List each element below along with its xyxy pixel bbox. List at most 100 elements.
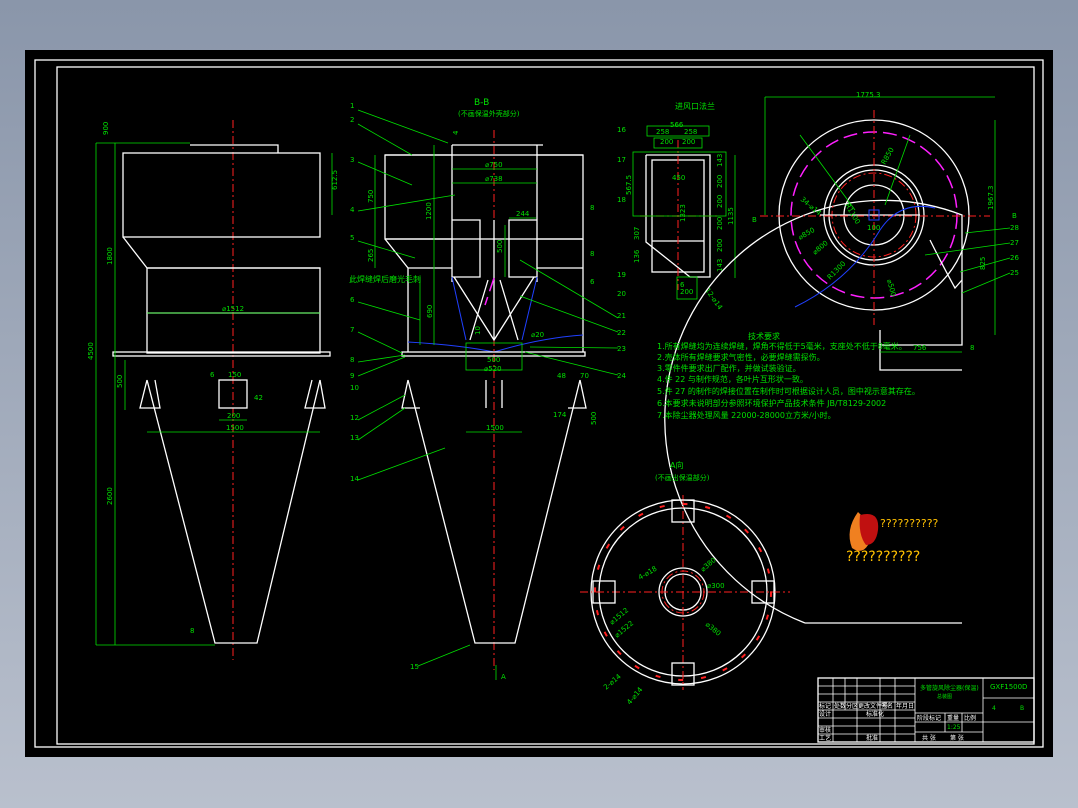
dim-dia-380-b: ⌀380 xyxy=(704,620,723,637)
tb-standard: 标准化 xyxy=(866,710,884,718)
cad-drawing: 900 1800 4500 2600 500 612.5 ⌀1512 150 2… xyxy=(34,59,1044,748)
dim-1967-3: 1967.3 xyxy=(987,186,995,211)
callout-22: 22 xyxy=(617,329,626,337)
tech-req-5: 5.件 27 的制作的焊接位置在制作时可根据设计人员，图中视示意其存在。 xyxy=(657,386,920,396)
tb-header-mark: 标记 xyxy=(819,702,831,710)
callout-5: 5 xyxy=(350,234,354,242)
dim-42: 42 xyxy=(254,394,263,402)
tb-drawing-name: 多管旋风除尘器(保温) xyxy=(920,684,979,692)
dim-500-inner: 500 xyxy=(496,240,504,253)
dim-500-leg: 500 xyxy=(590,412,598,425)
dim-70: 70 xyxy=(580,372,589,380)
dim-dia-750: ⌀750 xyxy=(485,161,503,169)
view-a-bottom: A向 (不画出保温部分) ⌀1512 ⌀1522 ⌀300 ⌀380 4-⌀18… xyxy=(580,460,790,706)
tb-drawing-number: GXF1500D xyxy=(990,683,1027,691)
dim-r1100: R1100 xyxy=(843,202,861,226)
dim-566: 566 xyxy=(670,121,684,129)
dim-307: 307 xyxy=(633,227,641,240)
section-subtitle: (不画保温外壳部分) xyxy=(458,109,520,118)
tb-drawing-subname: 总装图 xyxy=(937,693,952,700)
dim-1200: 1200 xyxy=(425,202,433,220)
dim-4500: 4500 xyxy=(87,342,95,360)
dim-200-a: 200 xyxy=(660,138,673,146)
callout-9: 9 xyxy=(350,372,354,380)
dim-100: 100 xyxy=(867,224,880,232)
tb-header-sign: 签名 xyxy=(881,702,893,710)
dim-1500: 1500 xyxy=(226,424,244,432)
tb-review: 审核 xyxy=(819,726,831,734)
dim-174: 174 xyxy=(553,411,567,419)
callout-16: 16 xyxy=(617,126,626,134)
dim-dia-520: ⌀520 xyxy=(484,365,502,373)
callout-10: 10 xyxy=(350,384,359,392)
dim-500-outlet: 500 xyxy=(487,356,500,364)
dim-567-5: 567.5 xyxy=(625,175,633,195)
callout-8: 8 xyxy=(350,356,354,364)
dim-756: 756 xyxy=(913,344,927,352)
dim-1775-3: 1775.3 xyxy=(856,91,881,99)
tb-weight: 重量 xyxy=(947,714,959,722)
callout-26: 26 xyxy=(1010,254,1019,262)
tb-stage: 阶段标记 xyxy=(917,714,941,722)
dim-dia-800: ⌀800 xyxy=(811,239,830,256)
logo: ?????????? ?????????? xyxy=(846,512,939,565)
tb-header-date: 年月日 xyxy=(896,702,914,710)
dim-8: 8 xyxy=(190,627,194,635)
section-mark-b-left: B xyxy=(752,216,757,224)
tech-req-title: 技术要求 xyxy=(748,331,780,341)
tb-total-sheets: 共 张 xyxy=(922,734,936,742)
dim-200-2: 200 xyxy=(716,195,724,208)
dim-2600: 2600 xyxy=(106,487,114,505)
tech-req-3: 3.零件件要求出厂配作，并做试装验证。 xyxy=(657,363,801,373)
tb-header-count: 处数 xyxy=(834,702,846,710)
dim-2-holes-14: 2-⌀14 xyxy=(602,672,623,691)
dim-r850: R850 xyxy=(880,146,896,166)
view-a-subtitle: (不画出保温部分) xyxy=(655,473,710,482)
left-elevation-view: 900 1800 4500 2600 500 612.5 ⌀1512 150 2… xyxy=(87,120,339,660)
weld-note: 此焊缝焊后磨光毛刺 xyxy=(349,274,421,284)
dim-265: 265 xyxy=(367,249,375,262)
dim-143-top: 143 xyxy=(716,154,724,167)
callout-7: 7 xyxy=(350,326,354,334)
view-a-title: A向 xyxy=(670,460,683,470)
dim-150: 150 xyxy=(228,371,241,379)
dim-200-3: 200 xyxy=(716,217,724,230)
tb-sheet-no: 第 张 xyxy=(950,734,964,742)
dim-8: 8 xyxy=(970,344,974,352)
dim-690: 690 xyxy=(426,305,434,318)
dim-34-holes: 34-⌀14 xyxy=(799,195,823,217)
dim-4-holes-18: 4-⌀18 xyxy=(637,565,658,582)
callout-28: 28 xyxy=(1010,224,1019,232)
dim-dia-738: ⌀738 xyxy=(485,175,503,183)
title-block: 标记 处数 分区 更改文件号 签名 年月日 设计 标准化 审核 工艺 批准 阶段… xyxy=(817,677,1035,743)
dim-825: 825 xyxy=(979,257,987,270)
dim-4: 4 xyxy=(452,130,460,135)
dim-6: 6 xyxy=(210,371,215,379)
logo-subtext: ?????????? xyxy=(846,549,920,565)
dim-10: 10 xyxy=(474,326,482,335)
dim-48: 48 xyxy=(557,372,566,380)
dim-200-bottom: 200 xyxy=(680,288,693,296)
callout-20: 20 xyxy=(617,290,626,298)
callout-23: 23 xyxy=(617,345,626,353)
callout-12: 12 xyxy=(350,414,359,422)
dim-1500: 1500 xyxy=(486,424,504,432)
dim-200: 200 xyxy=(227,412,240,420)
technical-requirements: 技术要求 1.所有焊缝均为连续焊缝，焊角不得低于5毫米，支座处不低于8毫米。 2… xyxy=(657,331,920,420)
callout-18: 18 xyxy=(617,196,626,204)
callout-19: 19 xyxy=(617,271,626,279)
tb-approve: 批准 xyxy=(866,734,878,742)
dim-dia-850: ⌀850 xyxy=(797,226,816,242)
callout-15: 15 xyxy=(410,663,419,671)
callout-8-right-2: 8 xyxy=(590,250,594,258)
callout-4: 4 xyxy=(350,206,355,214)
tech-req-6: 6.本要求未说明部分参照环境保护产品技术条件 JB/T8129-2002 xyxy=(657,398,886,408)
callout-24: 24 xyxy=(617,372,626,380)
tb-scale: 比例 xyxy=(964,714,976,722)
inner-frame xyxy=(56,66,1035,745)
dim-4-holes-14: 4-⌀14 xyxy=(625,685,644,706)
dim-200-4: 200 xyxy=(716,239,724,252)
tech-req-4: 4.件 22 与制作规范，各叶片互形状一致。 xyxy=(657,374,808,384)
callout-27: 27 xyxy=(1010,239,1019,247)
callout-3: 3 xyxy=(350,156,354,164)
